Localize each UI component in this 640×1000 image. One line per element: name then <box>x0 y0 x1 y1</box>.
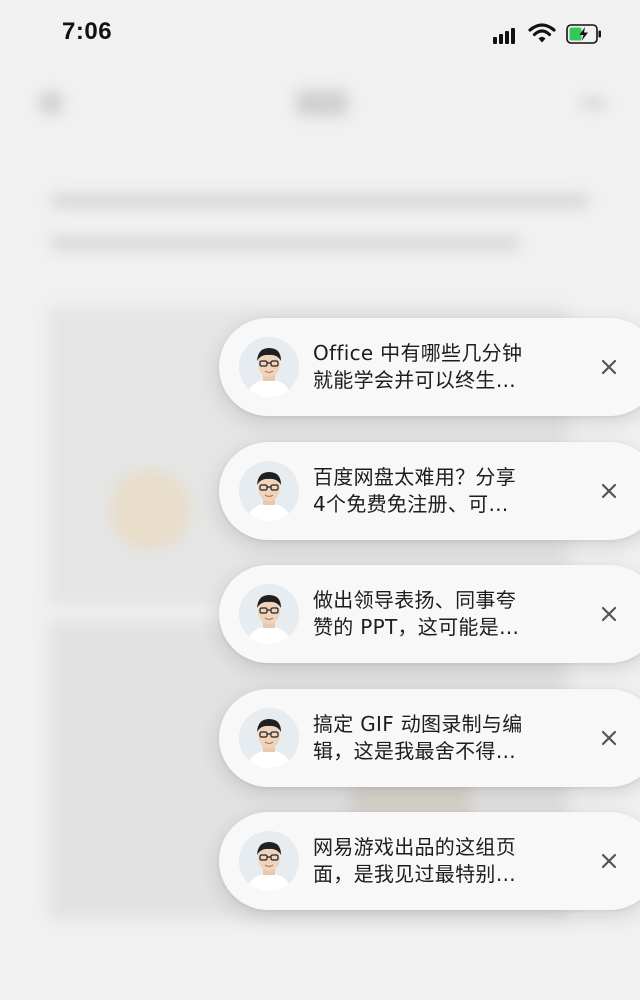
close-button[interactable] <box>595 477 623 505</box>
status-time: 7:06 <box>62 18 113 45</box>
notification-line-1: 网易游戏出品的这组页 <box>313 835 516 859</box>
notification-line-1: Office 中有哪些几分钟 <box>313 341 523 365</box>
notification-line-1: 搞定 GIF 动图录制与编 <box>313 712 523 736</box>
close-button[interactable] <box>595 724 623 752</box>
close-button[interactable] <box>595 847 623 875</box>
close-icon <box>601 483 617 499</box>
notification-line-1: 百度网盘太难用？分享 <box>313 465 516 489</box>
notification-line-1: 做出领导表扬、同事夸 <box>313 588 516 612</box>
close-button[interactable] <box>595 600 623 628</box>
notification-card[interactable]: 网易游戏出品的这组页 面，是我见过最特别… <box>219 812 640 910</box>
signal-icon <box>493 26 521 44</box>
avatar <box>239 337 299 397</box>
notification-line-2: 就能学会并可以终生… <box>313 368 516 392</box>
notification-text: 百度网盘太难用？分享 4个免费免注册、可… <box>313 464 563 518</box>
avatar <box>239 461 299 521</box>
notification-card[interactable]: 做出领导表扬、同事夸 赞的 PPT，这可能是… <box>219 565 640 663</box>
avatar <box>239 831 299 891</box>
notification-card[interactable]: Office 中有哪些几分钟 就能学会并可以终生… <box>219 318 640 416</box>
notification-line-2: 面，是我见过最特别… <box>313 862 516 886</box>
notification-text: 做出领导表扬、同事夸 赞的 PPT，这可能是… <box>313 587 563 641</box>
close-button[interactable] <box>595 353 623 381</box>
notification-text: 网易游戏出品的这组页 面，是我见过最特别… <box>313 834 563 888</box>
notification-text: 搞定 GIF 动图录制与编 辑，这是我最舍不得… <box>313 711 563 765</box>
notification-line-2: 4个免费免注册、可… <box>313 492 509 516</box>
close-icon <box>601 853 617 869</box>
wifi-icon <box>528 22 556 44</box>
close-icon <box>601 606 617 622</box>
close-icon <box>601 730 617 746</box>
close-icon <box>601 359 617 375</box>
notification-text: Office 中有哪些几分钟 就能学会并可以终生… <box>313 340 563 394</box>
notification-card[interactable]: 搞定 GIF 动图录制与编 辑，这是我最舍不得… <box>219 689 640 787</box>
notification-line-2: 赞的 PPT，这可能是… <box>313 615 520 639</box>
avatar <box>239 584 299 644</box>
notification-line-2: 辑，这是我最舍不得… <box>313 739 516 763</box>
avatar <box>239 708 299 768</box>
notification-card[interactable]: 百度网盘太难用？分享 4个免费免注册、可… <box>219 442 640 540</box>
notification-stack: Office 中有哪些几分钟 就能学会并可以终生… 百度网盘太难用？分享 4个免… <box>0 0 640 1000</box>
status-bar: 7:06 <box>0 0 640 70</box>
battery-icon <box>566 24 602 44</box>
